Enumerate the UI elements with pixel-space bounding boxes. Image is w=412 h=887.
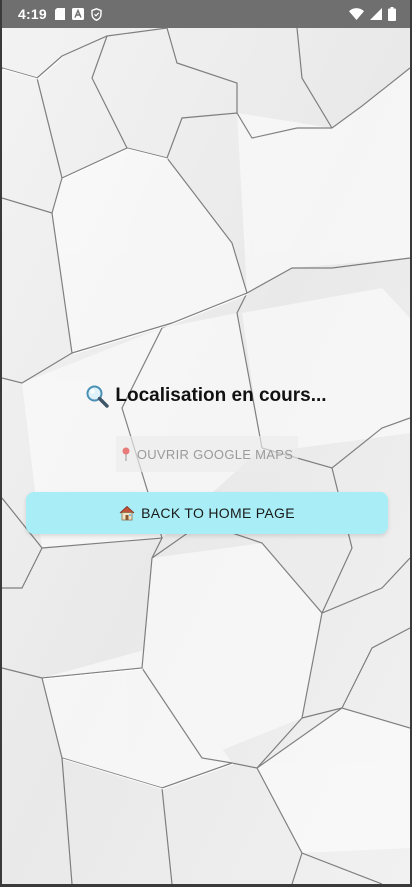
open-google-maps-button[interactable]: OUVRIR GOOGLE MAPS <box>116 436 298 472</box>
status-left-icons <box>54 7 102 21</box>
back-to-home-button[interactable]: BACK TO HOME PAGE <box>26 492 388 534</box>
battery-icon <box>388 7 396 21</box>
magnifier-icon <box>85 384 110 408</box>
status-right-icons <box>349 7 396 21</box>
status-time: 4:19 <box>18 6 47 22</box>
main-content: Localisation en cours... OUVRIR GOOGLE M… <box>2 28 410 884</box>
status-bar: 4:19 <box>2 0 410 28</box>
phone-screen: 4:19 Localisation en cours... OUVRIR GOO… <box>0 0 412 887</box>
location-status-title: Localisation en cours... <box>2 384 410 408</box>
sd-card-icon <box>54 8 65 20</box>
back-to-home-label: BACK TO HOME PAGE <box>141 505 295 521</box>
location-status-text: Localisation en cours... <box>115 385 327 406</box>
wifi-icon <box>349 8 364 20</box>
house-icon <box>119 505 135 521</box>
shield-icon <box>91 7 102 21</box>
cell-signal-icon <box>370 8 382 20</box>
open-google-maps-label: OUVRIR GOOGLE MAPS <box>136 446 294 462</box>
a-notification-icon <box>71 8 84 20</box>
pin-icon <box>121 447 131 461</box>
